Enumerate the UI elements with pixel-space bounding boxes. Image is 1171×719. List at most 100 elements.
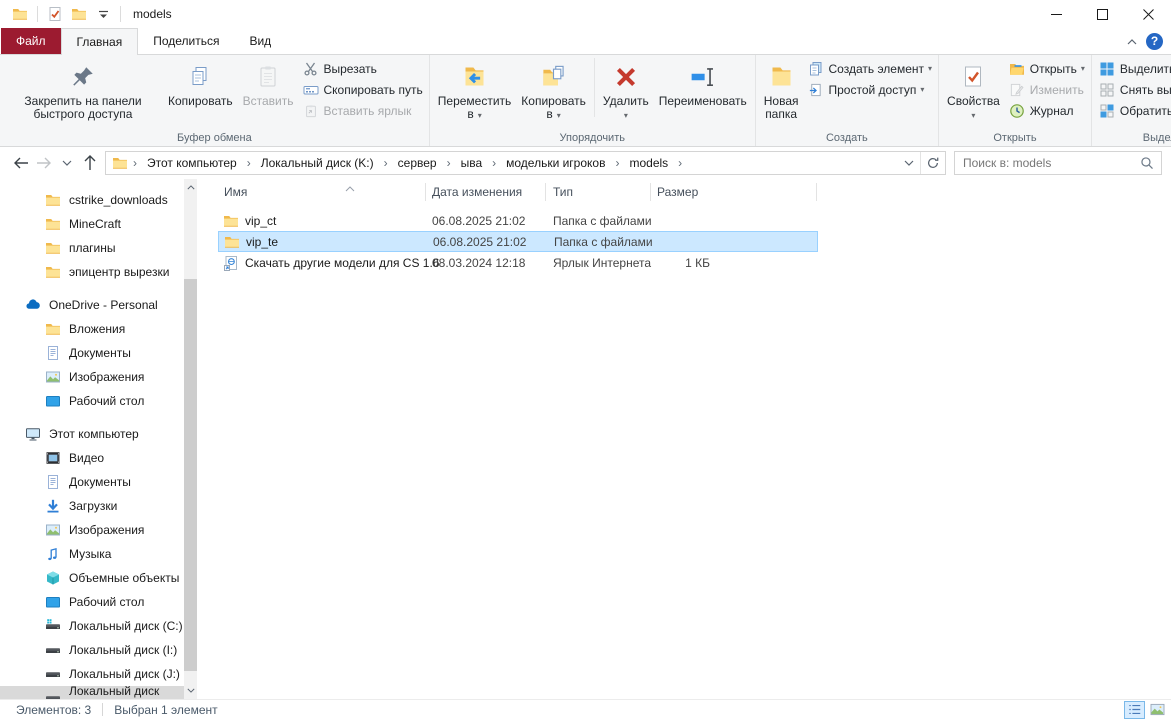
breadcrumb-player-models[interactable]: модельки игроков xyxy=(499,152,612,174)
sidebar-item-onedrive-pictures[interactable]: Изображения xyxy=(0,365,197,389)
tab-view[interactable]: Вид xyxy=(234,28,286,54)
breadcrumb-server[interactable]: сервер xyxy=(391,152,444,174)
file-row-vip-ct[interactable]: vip_ct 06.08.2025 21:02 Папка с файлами xyxy=(218,210,818,231)
rename-button[interactable]: Переименовать xyxy=(654,56,752,110)
help-button[interactable]: ? xyxy=(1146,33,1163,50)
column-header-date[interactable]: Дата изменения xyxy=(432,179,522,205)
up-button[interactable] xyxy=(78,152,101,175)
folder-icon xyxy=(45,264,62,280)
column-header-type[interactable]: Тип xyxy=(553,179,573,205)
sidebar-item-disk-i[interactable]: Локальный диск (I:) xyxy=(0,638,197,662)
column-divider[interactable] xyxy=(545,183,546,201)
sidebar-item-music[interactable]: Музыка xyxy=(0,542,197,566)
sidebar-item-cstrike-downloads[interactable]: cstrike_downloads xyxy=(0,188,197,212)
tab-share[interactable]: Поделиться xyxy=(138,28,234,54)
recent-locations-dropdown[interactable] xyxy=(55,152,78,175)
column-header-name[interactable]: Имя xyxy=(224,179,247,205)
selection-status: Выбран 1 элемент xyxy=(114,703,217,717)
open-button[interactable]: Открыть xyxy=(1005,58,1088,79)
divider xyxy=(120,6,121,22)
breadcrumb-yva[interactable]: ыва xyxy=(454,152,490,174)
copy-path-button[interactable]: Скопировать путь xyxy=(299,79,426,100)
sidebar-item-desktop[interactable]: Рабочий стол xyxy=(0,590,197,614)
sidebar-item-onedrive-desktop[interactable]: Рабочий стол xyxy=(0,389,197,413)
properties-button[interactable]: Свойства xyxy=(942,56,1005,119)
sidebar-item-this-pc[interactable]: Этот компьютер xyxy=(0,422,197,446)
qat-new-folder-button[interactable] xyxy=(67,2,91,26)
select-all-button[interactable]: Выделить все xyxy=(1095,58,1171,79)
edit-button[interactable]: Изменить xyxy=(1005,79,1088,100)
divider xyxy=(102,703,103,716)
maximize-button[interactable] xyxy=(1079,0,1125,28)
address-dropdown-button[interactable] xyxy=(898,152,920,174)
history-button[interactable]: Журнал xyxy=(1005,100,1088,121)
column-divider[interactable] xyxy=(816,183,817,201)
column-divider[interactable] xyxy=(425,183,426,201)
back-button[interactable] xyxy=(9,152,32,175)
easy-access-button[interactable]: Простой доступ xyxy=(804,79,936,100)
sidebar-item-minecraft[interactable]: MineCraft xyxy=(0,212,197,236)
copy-button[interactable]: Копировать xyxy=(163,56,238,110)
sidebar-item-disk-c[interactable]: Локальный диск (C:) xyxy=(0,614,197,638)
refresh-icon xyxy=(926,156,940,170)
search-icon[interactable] xyxy=(1135,156,1159,170)
delete-icon xyxy=(613,58,639,95)
scroll-down-arrow-icon[interactable] xyxy=(184,684,197,697)
delete-dropdown-arrow xyxy=(624,108,628,117)
details-view-icon xyxy=(1128,703,1142,716)
collapse-ribbon-button[interactable] xyxy=(1127,34,1137,48)
sidebar-item-disk-k[interactable]: Локальный диск (K:) xyxy=(0,686,184,699)
history-clock-icon xyxy=(1008,103,1026,119)
search-box xyxy=(954,151,1162,175)
file-row-download-models-link[interactable]: Скачать другие модели для CS 1.6 08.03.2… xyxy=(218,252,818,273)
group-label-select: Выделить xyxy=(1092,132,1171,144)
sidebar-item-attachments[interactable]: Вложения xyxy=(0,317,197,341)
sidebar-scrollbar[interactable] xyxy=(184,179,197,699)
tab-file[interactable]: Файл xyxy=(1,28,61,54)
invert-selection-button[interactable]: Обратить выделение xyxy=(1095,100,1171,121)
copy-to-button[interactable]: Копировать в xyxy=(516,56,591,124)
sidebar-item-documents[interactable]: Документы xyxy=(0,470,197,494)
paste-shortcut-button[interactable]: Вставить ярлык xyxy=(299,100,426,121)
scroll-up-arrow-icon[interactable] xyxy=(184,181,197,194)
breadcrumb-this-pc[interactable]: Этот компьютер xyxy=(140,152,244,174)
search-input[interactable] xyxy=(963,156,1135,170)
tab-home[interactable]: Главная xyxy=(61,28,139,55)
column-divider[interactable] xyxy=(650,183,651,201)
forward-button[interactable] xyxy=(32,152,55,175)
details-view-button[interactable] xyxy=(1124,701,1145,719)
sidebar-item-plugins[interactable]: плагины xyxy=(0,236,197,260)
address-bar[interactable]: Этот компьютер Локальный диск (K:) серве… xyxy=(105,151,946,175)
breadcrumb-models[interactable]: models xyxy=(622,152,675,174)
edit-icon xyxy=(1008,82,1026,98)
breadcrumb-disk-k[interactable]: Локальный диск (K:) xyxy=(254,152,381,174)
sidebar-item-3d-objects[interactable]: Объемные объекты xyxy=(0,566,197,590)
qat-customize-dropdown[interactable] xyxy=(91,2,115,26)
move-to-button[interactable]: Переместить в xyxy=(433,56,517,124)
minimize-button[interactable] xyxy=(1033,0,1079,28)
sidebar-item-onedrive[interactable]: OneDrive - Personal xyxy=(0,293,197,317)
large-icons-view-button[interactable] xyxy=(1147,701,1168,719)
sidebar-item-downloads[interactable]: Загрузки xyxy=(0,494,197,518)
refresh-button[interactable] xyxy=(920,152,945,174)
cut-button[interactable]: Вырезать xyxy=(299,58,426,79)
paste-shortcut-icon xyxy=(302,103,320,119)
file-row-vip-te[interactable]: vip_te 06.08.2025 21:02 Папка с файлами xyxy=(218,231,818,252)
new-item-button[interactable]: Создать элемент xyxy=(804,58,936,79)
new-folder-button[interactable]: Новая папка xyxy=(759,56,804,123)
sidebar-item-onedrive-documents[interactable]: Документы xyxy=(0,341,197,365)
sidebar-item-pictures[interactable]: Изображения xyxy=(0,518,197,542)
scrollbar-thumb[interactable] xyxy=(184,279,197,671)
close-button[interactable] xyxy=(1125,0,1171,28)
os-drive-icon xyxy=(45,618,62,634)
sidebar-item-disk-j[interactable]: Локальный диск (J:) xyxy=(0,662,197,686)
column-header-size[interactable]: Размер xyxy=(657,179,698,205)
sidebar-item-epicenter[interactable]: эпицентр вырезки xyxy=(0,260,197,284)
sidebar-item-videos[interactable]: Видео xyxy=(0,446,197,470)
qat-properties-button[interactable] xyxy=(43,2,67,26)
paste-button[interactable]: Вставить xyxy=(238,56,299,110)
breadcrumb-separator xyxy=(489,156,499,170)
select-none-button[interactable]: Снять выделение xyxy=(1095,79,1171,100)
delete-button[interactable]: Удалить xyxy=(598,56,654,119)
pin-to-quick-access-button[interactable]: Закрепить на панели быстрого доступа xyxy=(3,56,163,123)
